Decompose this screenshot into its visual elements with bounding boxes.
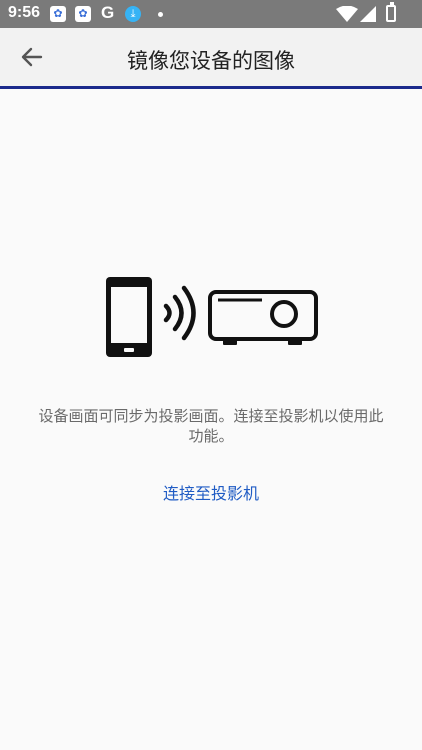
download-icon: ⤓ — [125, 6, 141, 22]
page-title: 镜像您设备的图像 — [127, 49, 295, 73]
app-bar: 镜像您设备的图像 — [0, 28, 422, 89]
cellular-icon — [360, 6, 376, 22]
wireless-signal-icon — [163, 285, 196, 341]
baidu-icon: ✿ — [50, 6, 66, 22]
status-time: 9:56 — [8, 4, 41, 21]
mirroring-illustration — [104, 275, 320, 363]
projector-icon — [208, 290, 318, 345]
wifi-icon — [336, 6, 358, 22]
description-text: 设备画面可同步为投影画面。连接至投影机以使用此功能。 — [38, 407, 384, 445]
status-bar: 9:56 ✿ ✿ G ⤓ — [0, 0, 422, 28]
connect-projector-link[interactable]: 连接至投影机 — [0, 480, 422, 504]
baidu-icon: ✿ — [75, 6, 91, 22]
phone-icon — [106, 277, 152, 357]
battery-icon — [386, 2, 396, 22]
google-icon: G — [101, 3, 115, 22]
dot-icon — [158, 12, 163, 17]
